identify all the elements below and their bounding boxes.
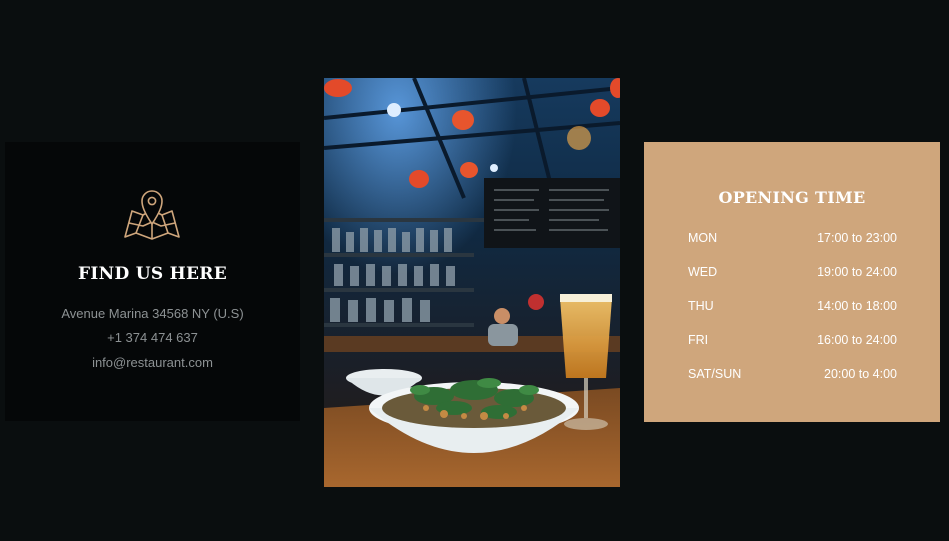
hours-time: 19:00 to 24:00 <box>817 265 897 279</box>
page: FIND US HERE Avenue Marina 34568 NY (U.S… <box>0 0 949 541</box>
find-us-card: FIND US HERE Avenue Marina 34568 NY (U.S… <box>5 142 300 421</box>
hours-day: THU <box>688 299 714 313</box>
hours-row: FRI 16:00 to 24:00 <box>688 333 897 351</box>
hours-row: WED 19:00 to 24:00 <box>688 265 897 283</box>
hours-time: 20:00 to 4:00 <box>824 367 897 381</box>
restaurant-photo <box>324 78 620 487</box>
hours-time: 14:00 to 18:00 <box>817 299 897 313</box>
hours-row: SAT/SUN 20:00 to 4:00 <box>688 367 897 385</box>
address-text: Avenue Marina 34568 NY (U.S) <box>61 306 244 321</box>
hours-time: 17:00 to 23:00 <box>817 231 897 245</box>
opening-time-title: OPENING TIME <box>718 188 866 207</box>
hours-time: 16:00 to 24:00 <box>817 333 897 347</box>
map-pin-icon <box>124 190 180 240</box>
hours-day: FRI <box>688 333 709 347</box>
opening-time-card: OPENING TIME MON 17:00 to 23:00 WED 19:0… <box>644 142 940 422</box>
hours-day: SAT/SUN <box>688 367 742 381</box>
hours-day: WED <box>688 265 718 279</box>
hours-row: MON 17:00 to 23:00 <box>688 231 897 249</box>
find-us-title: FIND US HERE <box>78 264 227 284</box>
hours-day: MON <box>688 231 718 245</box>
phone-text[interactable]: +1 374 474 637 <box>5 330 300 345</box>
email-text[interactable]: info@restaurant.com <box>5 355 300 370</box>
hours-row: THU 14:00 to 18:00 <box>688 299 897 317</box>
